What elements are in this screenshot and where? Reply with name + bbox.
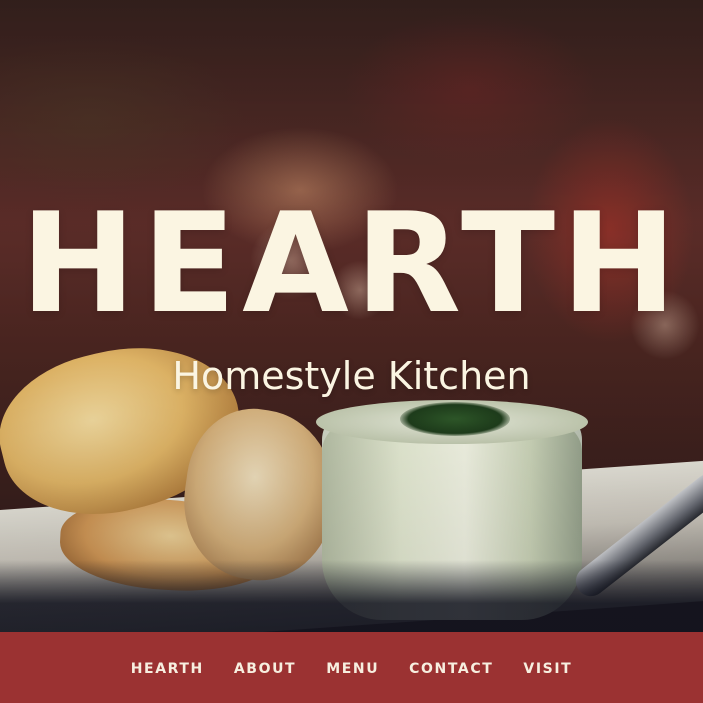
nav-list: HEARTH ABOUT MENU CONTACT VISIT xyxy=(116,658,588,677)
brand-title: HEARTH xyxy=(20,183,683,344)
hero-section: HEARTH Homestyle Kitchen xyxy=(0,0,703,632)
brand-tagline: Homestyle Kitchen xyxy=(172,354,531,398)
nav-link-visit[interactable]: VISIT xyxy=(508,661,587,677)
nav-link-contact[interactable]: CONTACT xyxy=(394,661,508,677)
main-nav: HEARTH ABOUT MENU CONTACT VISIT xyxy=(0,632,703,703)
nav-link-about[interactable]: ABOUT xyxy=(219,661,311,677)
nav-link-menu[interactable]: MENU xyxy=(311,661,394,677)
nav-link-hearth[interactable]: HEARTH xyxy=(116,661,219,677)
